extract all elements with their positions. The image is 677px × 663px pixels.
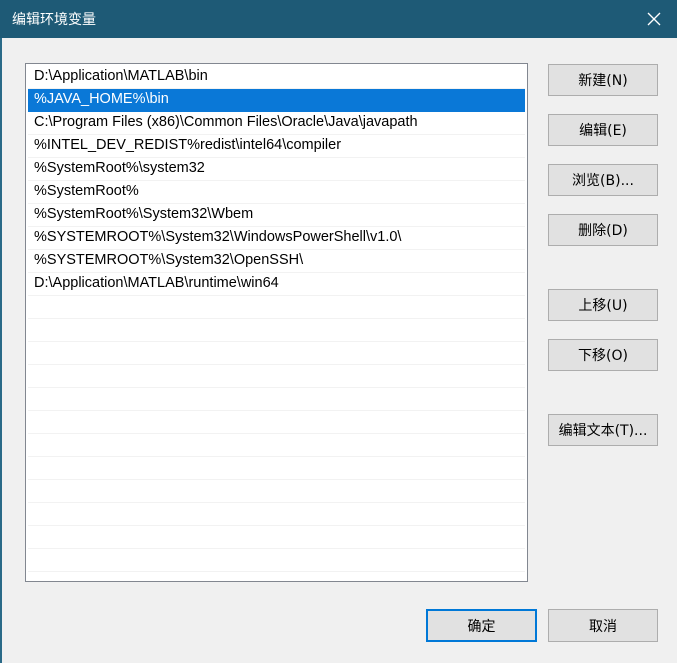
list-item-text: D:\Application\MATLAB\bin [34,68,208,84]
empty-row[interactable] [28,319,525,342]
list-item[interactable]: C:\Program Files (x86)\Common Files\Orac… [28,112,525,135]
list-item[interactable]: D:\Application\MATLAB\runtime\win64 [28,273,525,296]
empty-row[interactable] [28,503,525,526]
list-item[interactable]: D:\Application\MATLAB\bin [28,66,525,89]
empty-row[interactable] [28,296,525,319]
path-list[interactable]: D:\Application\MATLAB\bin %JAVA_HOME%\bi… [25,63,528,582]
empty-row[interactable] [28,480,525,503]
list-item-text: %SYSTEMROOT%\System32\WindowsPowerShell\… [34,229,402,245]
empty-row[interactable] [28,434,525,457]
list-item[interactable]: %SystemRoot% [28,181,525,204]
list-item-text: %SYSTEMROOT%\System32\OpenSSH\ [34,252,304,268]
close-icon [647,12,661,26]
cancel-button[interactable]: 取消 [548,609,658,642]
move-down-button[interactable]: 下移(O) [548,339,658,371]
empty-row[interactable] [28,526,525,549]
list-item-text: %SystemRoot% [34,183,139,199]
empty-row[interactable] [28,365,525,388]
window-border [0,38,2,663]
move-up-button[interactable]: 上移(U) [548,289,658,321]
list-item-text: %SystemRoot%\System32\Wbem [34,206,254,222]
close-button[interactable] [631,0,677,38]
list-item-text: %JAVA_HOME%\bin [34,91,169,107]
empty-row[interactable] [28,549,525,572]
list-item-selected[interactable]: %JAVA_HOME%\bin [28,89,525,112]
list-item-text: %SystemRoot%\system32 [34,160,205,176]
list-item[interactable]: %SystemRoot%\system32 [28,158,525,181]
empty-row[interactable] [28,411,525,434]
browse-button[interactable]: 浏览(B)... [548,164,658,196]
list-item-text: %INTEL_DEV_REDIST%redist\intel64\compile… [34,137,342,153]
empty-row[interactable] [28,457,525,480]
list-item[interactable]: %INTEL_DEV_REDIST%redist\intel64\compile… [28,135,525,158]
title-bar[interactable]: 编辑环境变量 [0,0,677,38]
edit-button[interactable]: 编辑(E) [548,114,658,146]
list-item-text: D:\Application\MATLAB\runtime\win64 [34,275,279,291]
delete-button[interactable]: 删除(D) [548,214,658,246]
edit-text-button[interactable]: 编辑文本(T)... [548,414,658,446]
list-item-text: C:\Program Files (x86)\Common Files\Orac… [34,114,418,130]
new-button[interactable]: 新建(N) [548,64,658,96]
list-item[interactable]: %SystemRoot%\System32\Wbem [28,204,525,227]
window-title: 编辑环境变量 [12,12,96,28]
empty-row[interactable] [28,342,525,365]
list-item[interactable]: %SYSTEMROOT%\System32\OpenSSH\ [28,250,525,273]
ok-button[interactable]: 确定 [426,609,537,642]
empty-row[interactable] [28,388,525,411]
list-item[interactable]: %SYSTEMROOT%\System32\WindowsPowerShell\… [28,227,525,250]
